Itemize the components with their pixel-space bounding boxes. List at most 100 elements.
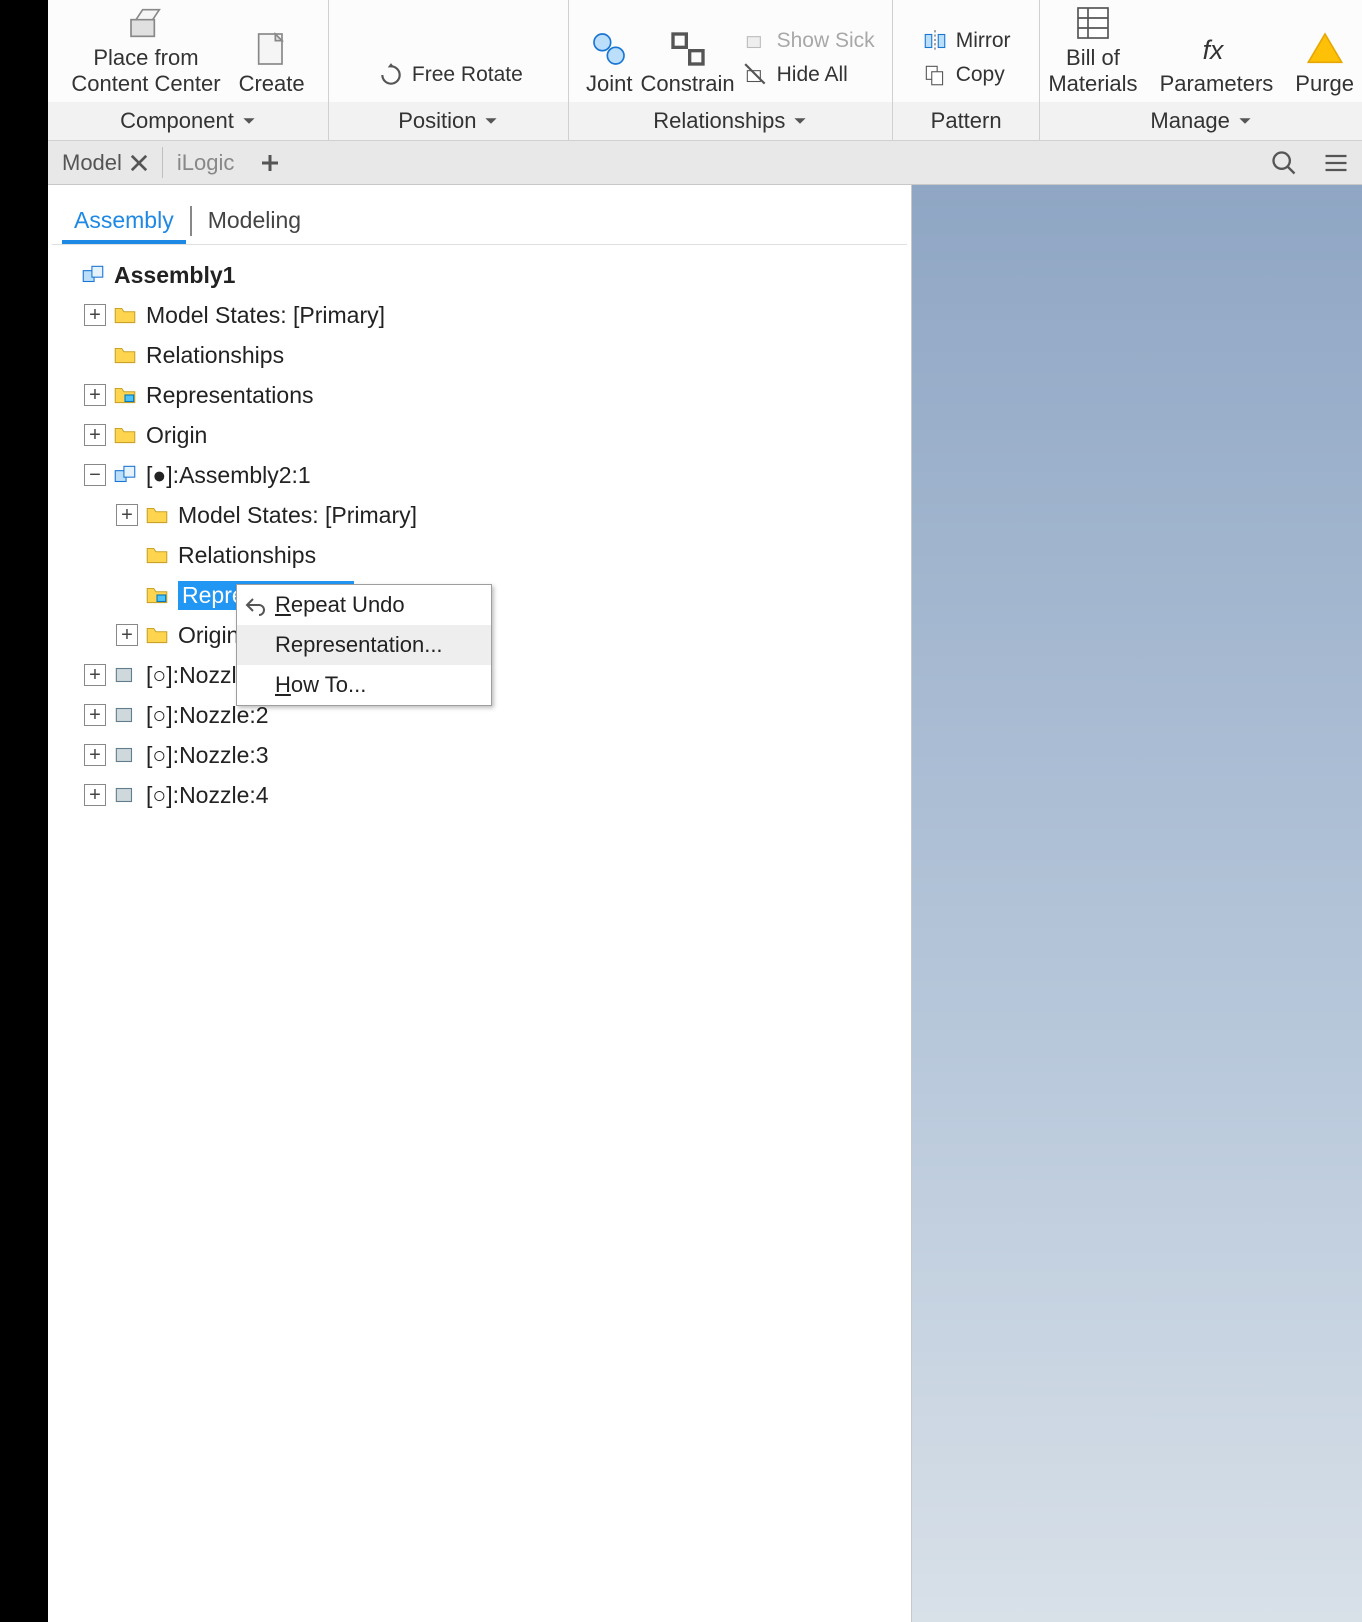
part-icon <box>112 702 138 728</box>
constrain-icon <box>668 29 708 69</box>
create-button[interactable]: Create <box>239 29 305 96</box>
tree-subitem-model-states[interactable]: + Model States: [Primary] <box>52 495 907 535</box>
rotate-icon <box>378 62 404 88</box>
hamburger-icon <box>1322 149 1350 177</box>
panel-tab-bar: Model iLogic <box>48 141 1362 185</box>
tree-item-representations[interactable]: + Representations <box>52 375 907 415</box>
expand-toggle[interactable]: + <box>84 664 106 686</box>
assembly-icon <box>112 462 138 488</box>
chevron-down-icon <box>242 114 256 128</box>
panel-tab-ilogic[interactable]: iLogic <box>163 141 248 184</box>
bom-button[interactable]: Bill of Materials <box>1048 3 1137 96</box>
place-from-content-center-button[interactable]: Place from Content Center <box>71 3 220 96</box>
tree-item-subassembly[interactable]: − [●]:Assembly2:1 <box>52 455 907 495</box>
viewport-3d[interactable] <box>912 185 1362 1622</box>
mirror-label: Mirror <box>956 29 1011 53</box>
copy-icon <box>922 62 948 88</box>
context-menu-repeat-undo[interactable]: Repeat Undo <box>237 585 491 625</box>
search-button[interactable] <box>1258 141 1310 184</box>
copy-button[interactable]: Copy <box>922 60 1011 90</box>
free-rotate-button[interactable]: Free Rotate <box>378 60 523 90</box>
ribbon-group-manage[interactable]: Manage <box>1040 102 1362 140</box>
model-tree: Assembly1 + Model States: [Primary] Rela… <box>52 245 907 815</box>
browser-subtabs: Assembly Modeling <box>52 193 907 245</box>
panel-tab-model[interactable]: Model <box>48 141 162 184</box>
collapse-toggle[interactable]: − <box>84 464 106 486</box>
expand-toggle[interactable]: + <box>84 304 106 326</box>
tree-root-label: Assembly1 <box>114 262 235 289</box>
create-icon <box>252 29 292 69</box>
model-browser-panel: Assembly Modeling Assembly1 + Model Stat… <box>48 185 912 1622</box>
bom-icon <box>1073 3 1113 43</box>
show-sick-button[interactable]: Show Sick <box>743 26 875 56</box>
folder-icon <box>112 422 138 448</box>
part-icon <box>112 742 138 768</box>
show-sick-icon <box>743 28 769 54</box>
place-label-line2: Content Center <box>71 71 220 96</box>
tree-item-relationships[interactable]: Relationships <box>52 335 907 375</box>
expand-toggle[interactable]: + <box>116 624 138 646</box>
context-menu: Repeat Undo Representation... How To... <box>236 584 492 706</box>
chevron-down-icon <box>484 114 498 128</box>
constrain-label: Constrain <box>640 71 734 96</box>
close-icon[interactable] <box>130 154 148 172</box>
tree-item-model-states[interactable]: + Model States: [Primary] <box>52 295 907 335</box>
context-menu-how-to[interactable]: How To... <box>237 665 491 705</box>
joint-icon <box>589 29 629 69</box>
hide-all-button[interactable]: Hide All <box>743 60 875 90</box>
folder-icon <box>112 302 138 328</box>
parameters-icon: fx <box>1196 29 1236 69</box>
folder-icon <box>144 622 170 648</box>
part-icon <box>112 782 138 808</box>
constrain-button[interactable]: Constrain <box>640 29 734 96</box>
parameters-button[interactable]: fx Parameters <box>1160 29 1274 96</box>
tree-item-nozzle-4[interactable]: + [○]:Nozzle:4 <box>52 775 907 815</box>
expand-toggle[interactable]: + <box>116 504 138 526</box>
parameters-label: Parameters <box>1160 71 1274 96</box>
tree-subitem-relationships[interactable]: Relationships <box>52 535 907 575</box>
bom-label-line2: Materials <box>1048 71 1137 96</box>
folder-icon <box>112 342 138 368</box>
svg-text:fx: fx <box>1203 35 1225 65</box>
mirror-icon <box>922 28 948 54</box>
expand-toggle[interactable]: + <box>84 384 106 406</box>
ribbon-toolbar: Place from Content Center Create Compone… <box>48 0 1362 141</box>
add-tab-button[interactable] <box>248 141 292 184</box>
hide-all-icon <box>743 62 769 88</box>
tree-root[interactable]: Assembly1 <box>52 255 907 295</box>
part-icon <box>112 662 138 688</box>
tree-item-nozzle-3[interactable]: + [○]:Nozzle:3 <box>52 735 907 775</box>
expand-toggle[interactable]: + <box>84 744 106 766</box>
hide-all-label: Hide All <box>777 63 848 87</box>
chevron-down-icon <box>1238 114 1252 128</box>
bom-label-line1: Bill of <box>1066 45 1120 70</box>
purge-label: Purge <box>1295 71 1354 96</box>
place-icon <box>126 3 166 43</box>
place-label-line1: Place from <box>93 45 198 70</box>
expand-toggle[interactable]: + <box>84 784 106 806</box>
assembly-icon <box>80 262 106 288</box>
tree-item-origin[interactable]: + Origin <box>52 415 907 455</box>
mirror-button[interactable]: Mirror <box>922 26 1011 56</box>
search-icon <box>1270 149 1298 177</box>
ribbon-group-pattern: Pattern <box>893 102 1039 140</box>
ribbon-group-relationships[interactable]: Relationships <box>569 102 892 140</box>
subtab-modeling[interactable]: Modeling <box>196 199 313 244</box>
representations-icon <box>112 382 138 408</box>
ribbon-group-position[interactable]: Position <box>329 102 568 140</box>
plus-icon <box>260 153 280 173</box>
representations-icon <box>144 582 170 608</box>
ribbon-group-component[interactable]: Component <box>48 102 328 140</box>
undo-icon <box>243 593 267 617</box>
create-label: Create <box>239 71 305 96</box>
warning-icon <box>1305 29 1345 69</box>
purge-button[interactable]: Purge <box>1295 29 1354 96</box>
joint-button[interactable]: Joint <box>586 29 632 96</box>
context-menu-representation[interactable]: Representation... <box>237 625 491 665</box>
panel-menu-button[interactable] <box>1310 141 1362 184</box>
joint-label: Joint <box>586 71 632 96</box>
expand-toggle[interactable]: + <box>84 704 106 726</box>
subtab-assembly[interactable]: Assembly <box>62 199 186 244</box>
folder-icon <box>144 542 170 568</box>
expand-toggle[interactable]: + <box>84 424 106 446</box>
